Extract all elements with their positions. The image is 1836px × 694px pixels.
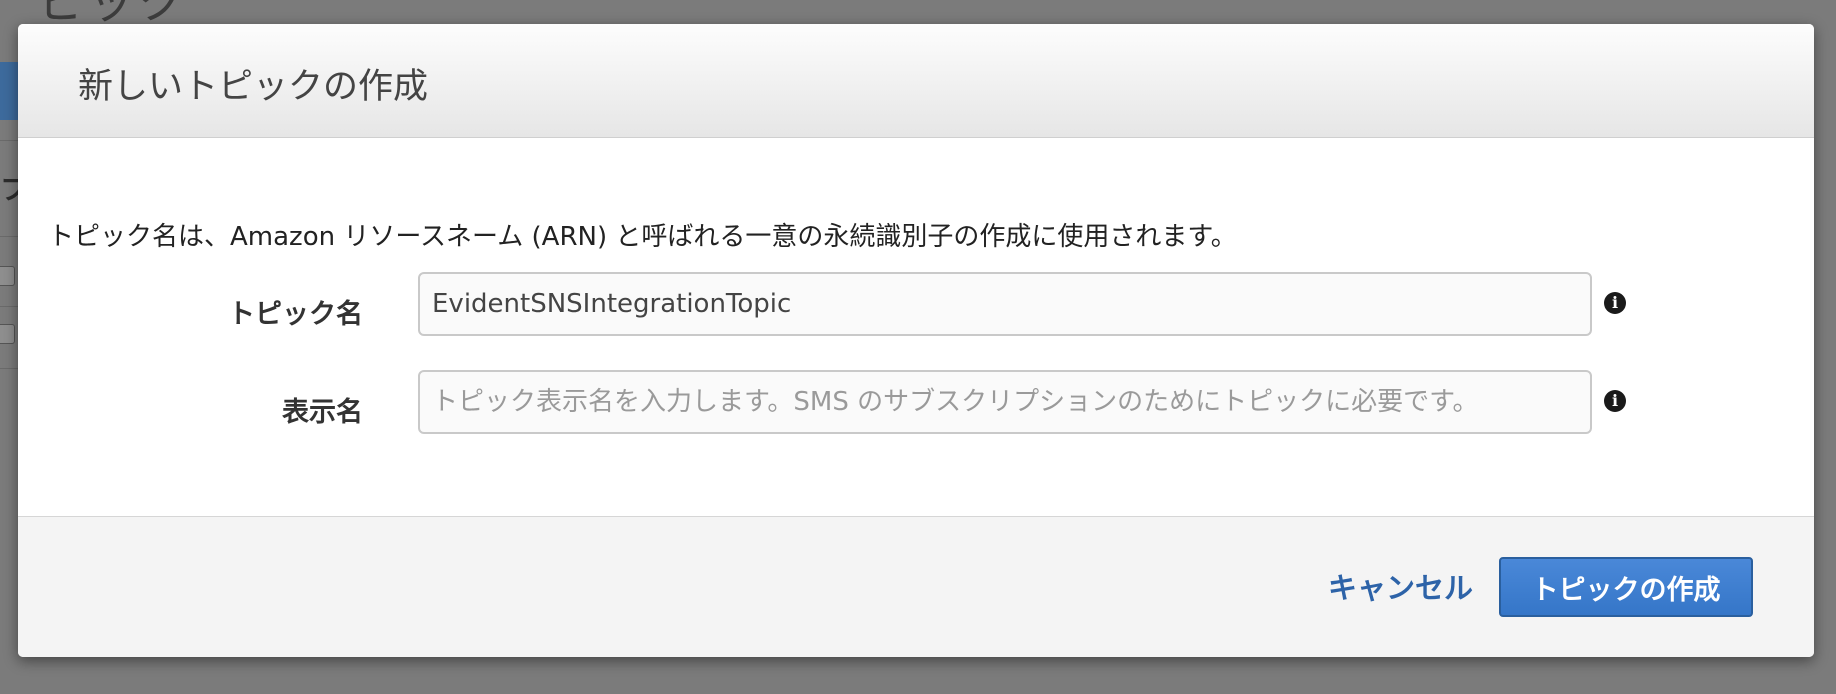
dialog-title: 新しいトピックの作成 xyxy=(78,67,429,107)
background-blue-button xyxy=(0,62,18,120)
background-checkbox xyxy=(0,266,15,286)
background-divider xyxy=(0,306,18,307)
cancel-button[interactable]: キャンセル xyxy=(1328,565,1473,607)
info-icon[interactable]: i xyxy=(1604,292,1626,314)
background-checkbox xyxy=(0,324,15,344)
display-name-input[interactable] xyxy=(418,370,1592,434)
create-topic-button[interactable]: トピックの作成 xyxy=(1499,557,1753,617)
dialog-description: トピック名は、Amazon リソースネーム (ARN) と呼ばれる一意の永続識別… xyxy=(48,222,1237,252)
background-divider xyxy=(0,368,18,369)
create-topic-dialog: 新しいトピックの作成 トピック名は、Amazon リソースネーム (ARN) と… xyxy=(18,24,1814,657)
background-divider xyxy=(0,140,18,141)
dialog-header: 新しいトピックの作成 xyxy=(18,24,1814,138)
topic-name-input[interactable] xyxy=(418,272,1592,336)
info-icon[interactable]: i xyxy=(1604,390,1626,412)
dialog-body: トピック名は、Amazon リソースネーム (ARN) と呼ばれる一意の永続識別… xyxy=(18,138,1814,538)
dialog-footer: キャンセル トピックの作成 xyxy=(18,516,1814,657)
display-name-label: 表示名 xyxy=(282,397,363,428)
background-divider xyxy=(0,236,18,237)
topic-name-label: トピック名 xyxy=(228,299,363,330)
